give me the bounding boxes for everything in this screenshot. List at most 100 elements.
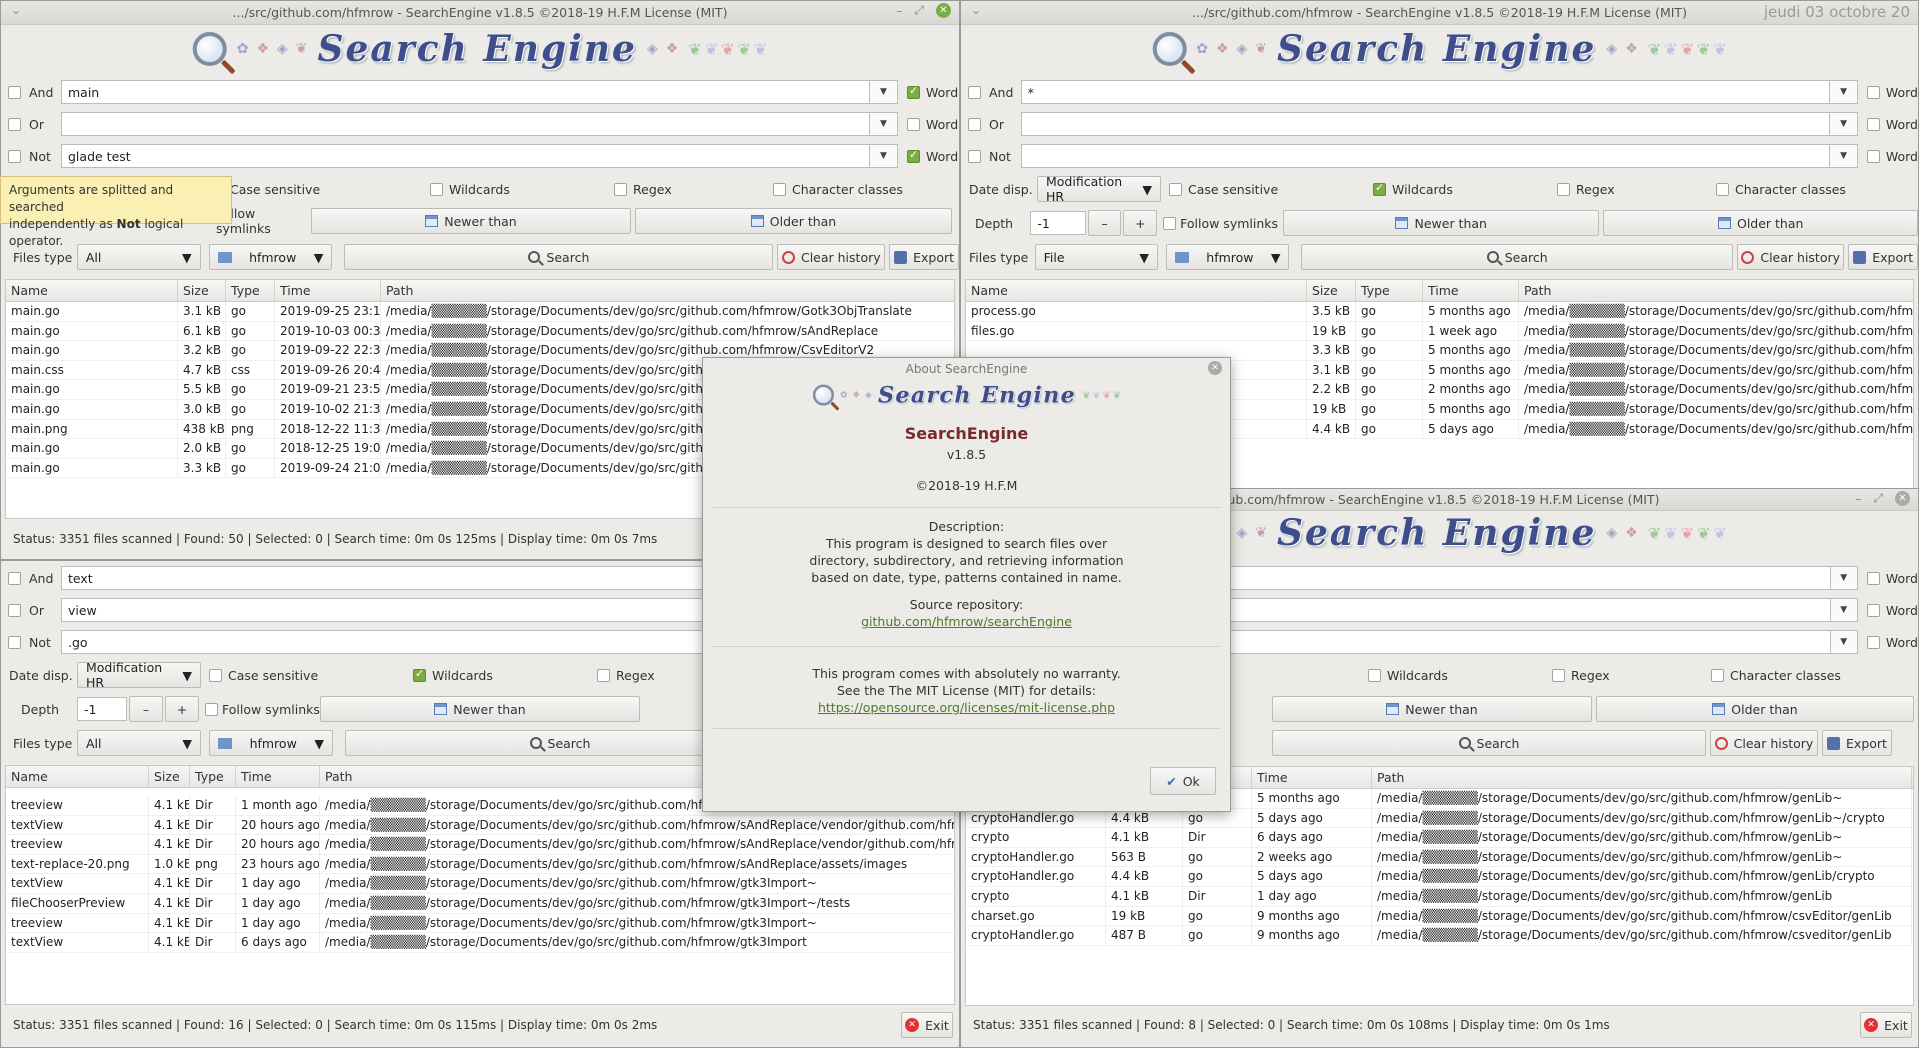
not-word-checkbox[interactable] bbox=[1866, 635, 1880, 649]
not-entry[interactable] bbox=[1020, 144, 1831, 168]
window-menu-icon[interactable]: ⌄ bbox=[11, 3, 21, 17]
column-header-time[interactable]: Time bbox=[236, 766, 320, 787]
export-button[interactable]: Export bbox=[1822, 730, 1892, 756]
column-header-time[interactable]: Time bbox=[275, 280, 381, 301]
files-type-combo[interactable]: All ▼ bbox=[76, 244, 201, 270]
close-icon[interactable]: ✕ bbox=[936, 3, 951, 18]
or-checkbox[interactable] bbox=[8, 117, 21, 131]
not-checkbox[interactable] bbox=[8, 149, 21, 163]
regex-checkbox[interactable] bbox=[614, 182, 627, 196]
follow-symlinks-checkbox[interactable] bbox=[1163, 216, 1177, 230]
not-dropdown-chevron-icon[interactable]: ▼ bbox=[870, 144, 898, 168]
wildcards-checkbox[interactable] bbox=[413, 667, 426, 682]
wildcards-checkbox[interactable] bbox=[1373, 181, 1386, 196]
folder-combo[interactable]: hfmrow ▼ bbox=[208, 244, 333, 270]
character-classes-checkbox[interactable] bbox=[773, 182, 786, 196]
depth-entry[interactable]: -1 bbox=[1030, 211, 1086, 235]
column-header-type[interactable]: Type bbox=[226, 280, 275, 301]
window-titlebar[interactable]: ⌄ .../src/github.com/hfmrow - SearchEngi… bbox=[961, 1, 1918, 25]
ok-button[interactable]: ✔ Ok bbox=[1150, 767, 1216, 795]
table-row[interactable]: charset.go 19 kB go 9 months ago/media/▒▒▒▒… bbox=[966, 906, 1913, 927]
or-checkbox[interactable] bbox=[968, 117, 981, 131]
table-row[interactable]: treeview 4.1 kB Dir 20 hours ago/media/▒▒▒▒… bbox=[6, 835, 954, 855]
follow-symlinks-checkbox[interactable] bbox=[205, 702, 218, 716]
not-dropdown-chevron-icon[interactable]: ▼ bbox=[1830, 630, 1858, 654]
column-header-time[interactable]: Time bbox=[1423, 280, 1519, 301]
not-checkbox[interactable] bbox=[968, 149, 981, 163]
table-row[interactable]: textView 4.1 kB Dir 1 day ago/media/▒▒▒▒▒▒/… bbox=[6, 874, 954, 894]
clear-history-button[interactable]: Clear history bbox=[777, 244, 886, 270]
and-word-checkbox[interactable] bbox=[1866, 85, 1880, 99]
close-icon[interactable]: ✕ bbox=[1895, 491, 1910, 506]
about-source-link[interactable]: github.com/hfmrow/searchEngine bbox=[803, 613, 1130, 630]
wildcards-checkbox[interactable] bbox=[1368, 668, 1381, 682]
table-row[interactable]: crypto 4.1 kB Dir 1 day ago/media/▒▒▒▒▒▒/st… bbox=[966, 886, 1913, 907]
table-row[interactable]: cryptoHandler.go 563 Bgo 2 weeks ago/media… bbox=[966, 847, 1913, 868]
dialog-close-icon[interactable]: ✕ bbox=[1208, 361, 1222, 375]
newer-than-button[interactable]: Newer than bbox=[1272, 696, 1592, 722]
or-entry[interactable] bbox=[1020, 112, 1831, 136]
column-header-size[interactable]: Size bbox=[149, 766, 190, 787]
table-row[interactable]: text-replace-20.png 1.0 kB png 23 hours ago… bbox=[6, 854, 954, 875]
and-entry[interactable]: * bbox=[1020, 80, 1831, 104]
depth-decrease-button[interactable]: – bbox=[129, 696, 163, 722]
export-button[interactable]: Export bbox=[1848, 244, 1918, 270]
clear-history-button[interactable]: Clear history bbox=[1710, 730, 1818, 756]
and-checkbox[interactable] bbox=[8, 571, 21, 585]
column-header-name[interactable]: Name bbox=[6, 280, 178, 301]
files-type-combo[interactable]: All ▼ bbox=[77, 730, 201, 756]
not-word-checkbox[interactable] bbox=[907, 148, 920, 163]
or-dropdown-chevron-icon[interactable]: ▼ bbox=[1830, 598, 1858, 622]
newer-than-button[interactable]: Newer than bbox=[1282, 210, 1600, 236]
older-than-button[interactable]: Older than bbox=[1603, 210, 1918, 236]
table-row[interactable]: cryptoHandler.go 4.4 kB go 5 days ago/media… bbox=[966, 867, 1913, 887]
table-row[interactable]: treeview 4.1 kB Dir 1 day ago/media/▒▒▒▒▒▒/… bbox=[6, 913, 954, 934]
and-word-checkbox[interactable] bbox=[907, 84, 920, 99]
window-titlebar[interactable]: ⌄ .../src/github.com/hfmrow - SearchEngi… bbox=[1, 1, 959, 25]
search-button[interactable]: Search bbox=[1272, 730, 1706, 756]
not-entry[interactable]: glade test bbox=[61, 144, 870, 168]
case-sensitive-checkbox[interactable] bbox=[1169, 182, 1182, 196]
wildcards-checkbox[interactable] bbox=[430, 182, 443, 196]
not-word-checkbox[interactable] bbox=[1866, 149, 1880, 163]
column-header-name[interactable]: Name bbox=[966, 280, 1307, 301]
not-checkbox[interactable] bbox=[8, 635, 21, 649]
table-row[interactable]: process.go 3.5 kB go 5 months ago/media/▒▒▒… bbox=[966, 302, 1913, 322]
newer-than-button[interactable]: Newer than bbox=[320, 696, 640, 722]
table-row[interactable]: main.go 6.1 kB go 2019-10-03 00:32/media/▒▒… bbox=[6, 321, 954, 342]
case-sensitive-checkbox[interactable] bbox=[209, 668, 222, 682]
older-than-button[interactable]: Older than bbox=[1596, 696, 1914, 722]
depth-entry[interactable]: -1 bbox=[77, 697, 127, 721]
table-row[interactable]: main.go 3.1 kB go 2019-09-25 23:19/media/▒▒… bbox=[6, 302, 954, 322]
date-display-combo[interactable]: Modification HR ▼ bbox=[77, 660, 201, 690]
column-header-path[interactable]: Path bbox=[381, 280, 954, 301]
depth-increase-button[interactable]: + bbox=[165, 696, 199, 722]
exit-button[interactable]: ✕ Exit bbox=[901, 1012, 953, 1038]
exit-button[interactable]: ✕ Exit bbox=[1860, 1012, 1912, 1038]
column-header-path[interactable]: Path bbox=[1519, 280, 1913, 301]
not-dropdown-chevron-icon[interactable]: ▼ bbox=[1830, 144, 1858, 168]
maximize-icon[interactable]: ⤢ bbox=[914, 3, 924, 18]
character-classes-checkbox[interactable] bbox=[1711, 668, 1724, 682]
minimize-icon[interactable]: – bbox=[896, 4, 902, 18]
dialog-titlebar[interactable]: About SearchEngine ✕ bbox=[703, 358, 1230, 380]
or-checkbox[interactable] bbox=[8, 603, 21, 617]
character-classes-checkbox[interactable] bbox=[1716, 182, 1729, 196]
column-header-type[interactable]: Type bbox=[1356, 280, 1423, 301]
depth-decrease-button[interactable]: – bbox=[1087, 210, 1122, 236]
and-dropdown-chevron-icon[interactable]: ▼ bbox=[1830, 80, 1858, 104]
and-entry[interactable]: main bbox=[61, 80, 870, 104]
or-word-checkbox[interactable] bbox=[1866, 117, 1880, 131]
maximize-icon[interactable]: ⤢ bbox=[1873, 491, 1883, 506]
column-header-size[interactable]: Size bbox=[1307, 280, 1356, 301]
or-entry[interactable] bbox=[61, 112, 870, 136]
and-dropdown-chevron-icon[interactable]: ▼ bbox=[870, 80, 898, 104]
or-word-checkbox[interactable] bbox=[1866, 603, 1880, 617]
files-type-combo[interactable]: File ▼ bbox=[1034, 244, 1159, 270]
table-row[interactable]: fileChooserPreview 4.1 kB Dir 1 day ago/med… bbox=[6, 893, 954, 914]
and-checkbox[interactable] bbox=[8, 85, 21, 99]
table-row[interactable]: files.go 19 kB go 1 week ago/media/▒▒▒▒▒▒/s… bbox=[966, 321, 1913, 342]
minimize-icon[interactable]: – bbox=[1855, 492, 1861, 506]
column-header-size[interactable]: Size bbox=[178, 280, 226, 301]
and-word-checkbox[interactable] bbox=[1866, 571, 1880, 585]
